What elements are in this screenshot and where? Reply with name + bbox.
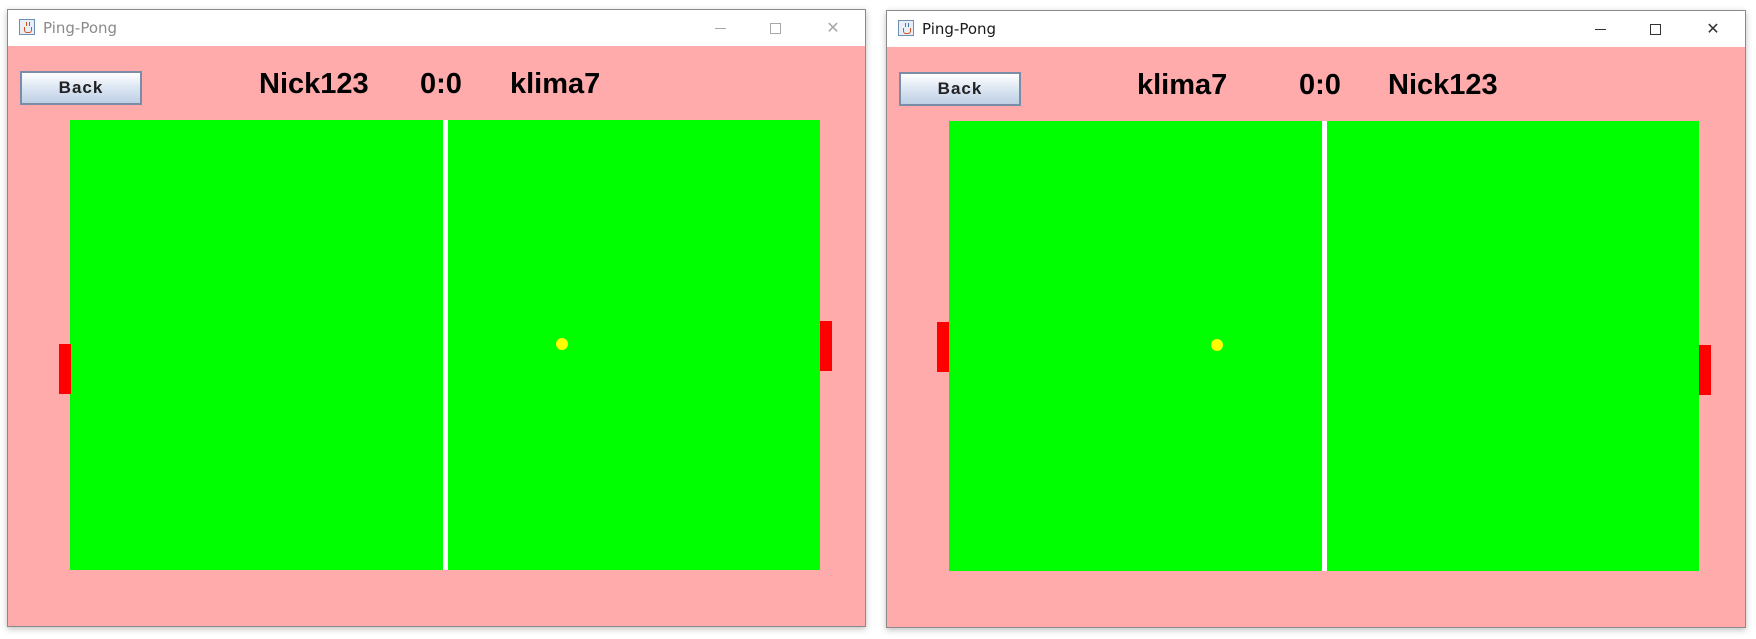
window-title: Ping-Pong [43,19,118,37]
title-bar[interactable]: Ping-Pong ✕ [8,10,865,46]
close-icon[interactable]: ✕ [810,10,856,46]
right-player-name: klima7 [510,68,601,100]
table-net [1322,121,1327,571]
game-table [949,121,1699,571]
left-player-name: Nick123 [259,68,369,100]
left-player-name: klima7 [1137,69,1228,101]
left-paddle [937,322,949,372]
maximize-icon[interactable] [752,10,798,46]
right-paddle [820,321,832,371]
minimize-icon[interactable] [697,10,743,46]
score: 0:0 [1299,69,1341,101]
ball [556,338,568,350]
right-player-name: Nick123 [1388,69,1498,101]
back-button[interactable]: Back [20,71,142,105]
game-window-1: Ping-Pong ✕ Back Nick123 0:0 klima7 [7,9,866,627]
game-window-2: Ping-Pong ✕ Back klima7 0:0 Nick123 [886,10,1746,628]
window-title: Ping-Pong [922,20,997,38]
minimize-icon[interactable] [1577,11,1623,47]
table-net [443,120,448,570]
score: 0:0 [420,68,462,100]
left-paddle [59,344,71,394]
app-icon [898,20,914,36]
game-table [70,120,820,570]
maximize-icon[interactable] [1632,11,1678,47]
app-icon [19,19,35,35]
right-paddle [1699,345,1711,395]
title-bar[interactable]: Ping-Pong ✕ [887,11,1745,47]
back-button[interactable]: Back [899,72,1021,106]
close-icon[interactable]: ✕ [1690,11,1736,47]
ball [1211,339,1223,351]
